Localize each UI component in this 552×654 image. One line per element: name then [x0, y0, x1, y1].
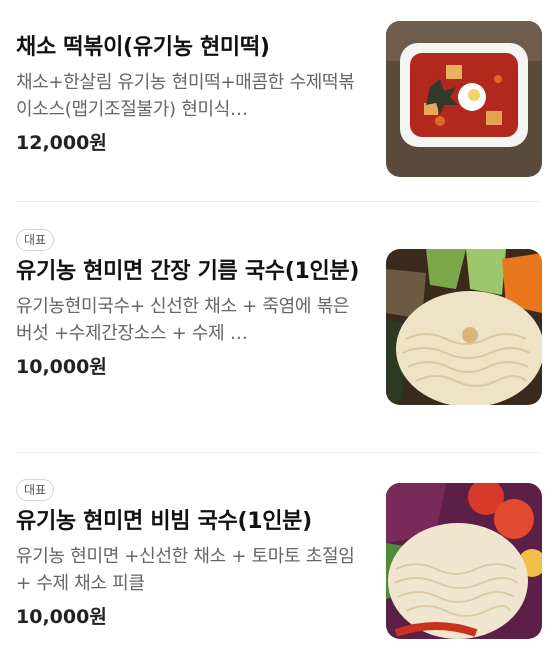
soy-noodle-photo[interactable]	[386, 249, 542, 405]
menu-item-title: 채소 떡볶이(유기농 현미떡)	[16, 35, 270, 60]
signature-badge: 대표	[16, 229, 55, 251]
bibim-noodle-photo[interactable]	[386, 483, 542, 639]
menu-item[interactable]: 대표 유기농 현미면 간장 기름 국수(1인분) 유기농현미국수+ 신선한 채소…	[0, 202, 552, 452]
menu-item-price: 12,000원	[16, 132, 107, 154]
signature-badge: 대표	[16, 479, 55, 501]
menu-item-info: 대표 유기농 현미면 비빔 국수(1인분) 유기농 현미면 +신선한 채소 + …	[16, 479, 368, 629]
menu-item-info: 대표 유기농 현미면 간장 기름 국수(1인분) 유기농현미국수+ 신선한 채소…	[16, 229, 368, 379]
menu-item[interactable]: 채소 떡볶이(유기농 현미떡) 채소+한살림 유기농 현미떡+매콤한 수제떡볶이…	[0, 0, 552, 200]
menu-item-price: 10,000원	[16, 356, 107, 378]
soy-noodle-photo-svg	[386, 249, 542, 405]
menu-item-title: 유기농 현미면 비빔 국수(1인분)	[16, 509, 312, 534]
menu-item[interactable]: 대표 유기농 현미면 비빔 국수(1인분) 유기농 현미면 +신선한 채소 + …	[0, 453, 552, 654]
menu-item-title: 유기농 현미면 간장 기름 국수(1인분)	[16, 259, 360, 284]
menu-list: 채소 떡볶이(유기농 현미떡) 채소+한살림 유기농 현미떡+매콤한 수제떡볶이…	[0, 0, 552, 654]
tteokbokki-photo-svg	[386, 21, 542, 177]
menu-item-description: 채소+한살림 유기농 현미떡+매콤한 수제떡볶이소스(맵기조절불가) 현미식…	[16, 72, 355, 120]
menu-item-price: 10,000원	[16, 606, 107, 628]
tteokbokki-photo[interactable]	[386, 21, 542, 177]
bibim-noodle-photo-svg	[386, 483, 542, 639]
menu-item-info: 채소 떡볶이(유기농 현미떡) 채소+한살림 유기농 현미떡+매콤한 수제떡볶이…	[16, 33, 368, 155]
menu-item-description: 유기농현미국수+ 신선한 채소 + 죽염에 볶은 버섯 +수제간장소스 + 수제…	[16, 296, 350, 344]
menu-item-description: 유기농 현미면 +신선한 채소 + 토마토 초절임 + 수제 채소 피클	[16, 546, 355, 594]
